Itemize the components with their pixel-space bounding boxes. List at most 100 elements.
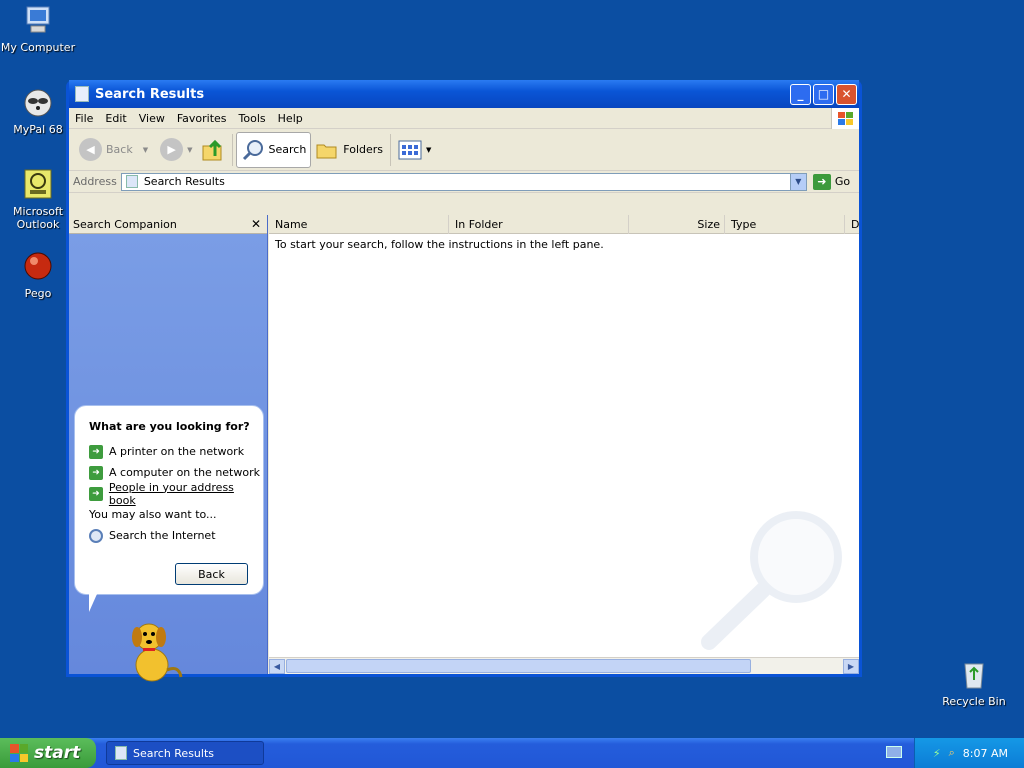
column-headers: Name In Folder Size Type D [269,214,859,234]
chevron-down-icon[interactable]: ▼ [187,146,192,154]
also-want-text: You may also want to... [89,508,217,521]
option-printer[interactable]: ➜ A printer on the network [89,441,263,462]
window-page-icon [75,86,89,102]
column-size[interactable]: Size [629,214,725,234]
column-in-folder[interactable]: In Folder [449,214,629,234]
results-pane: Name In Folder Size Type D To start your… [269,214,859,674]
column-type[interactable]: Type [725,214,845,234]
search-button[interactable]: Search [235,131,312,168]
desktop-icon-label: Microsoft Outlook [12,205,64,231]
search-companion-header: Search Companion ✕ [69,215,267,234]
start-button[interactable]: start [0,738,96,768]
magnifier-watermark-icon [701,511,842,650]
option-label: People in your address book [108,480,234,507]
desktop-icon-recycle-bin[interactable]: Recycle Bin [934,658,1014,708]
desktop-icon-label: MyPal 68 [13,123,63,136]
chevron-down-icon[interactable]: ▼ [143,146,148,154]
toolbar: ◀ Back ▼ ▶ ▼ Search Folders ▼ [69,129,859,171]
option-label: A computer on the network [109,466,260,479]
up-folder-button[interactable] [197,132,229,168]
desktop-icon-label: My Computer [0,41,76,54]
go-arrow-icon: ➜ [812,173,831,190]
search-results-window: Search Results _ □ ✕ File Edit View Favo… [66,80,862,682]
scroll-right-icon[interactable]: ▶ [843,658,859,674]
desktop-icon-my-computer[interactable]: My Computer [0,4,78,54]
scroll-thumb[interactable] [286,659,751,673]
search-icon [242,139,263,160]
raccoon-icon [21,86,55,120]
folders-button[interactable]: Folders [311,132,387,168]
search-companion-title: Search Companion [73,217,177,231]
system-tray: ⚡ ⌕ 8:07 AM [914,738,1024,768]
start-label: start [34,743,81,763]
menu-help[interactable]: Help [272,112,309,125]
pego-icon [21,250,55,284]
up-folder-icon [202,139,221,160]
green-arrow-icon: ➜ [89,465,103,480]
menu-favorites[interactable]: Favorites [171,112,233,125]
views-button[interactable]: ▼ [394,132,435,168]
rover-dog-icon [132,623,183,682]
address-input[interactable]: Search Results ▼ [120,172,807,191]
task-label: Search Results [133,746,215,760]
menu-view[interactable]: View [133,112,171,125]
green-arrow-icon: ➜ [89,444,103,459]
menu-file[interactable]: File [69,112,99,125]
scroll-left-icon[interactable]: ◀ [269,658,285,674]
go-button[interactable]: ➜ Go [812,173,851,190]
folders-label: Folders [343,143,384,156]
windows-flag-icon [10,744,28,762]
search-internet-link[interactable]: Search the Internet [89,525,263,546]
address-bar: Address Search Results ▼ ➜ Go [69,171,859,193]
chevron-down-icon[interactable]: ▼ [789,173,806,190]
search-internet-icon [89,528,103,543]
menu-bar: File Edit View Favorites Tools Help [69,108,859,129]
close-icon[interactable]: ✕ [251,217,261,231]
search-companion-pane: Search Companion ✕ What are you looking … [69,215,268,682]
page-icon [115,746,127,760]
page-icon [125,175,138,188]
search-label: Search [268,143,307,156]
go-label: Go [834,175,851,188]
results-message: To start your search, follow the instruc… [275,238,604,251]
companion-balloon: What are you looking for? ➜ A printer on… [74,405,264,595]
search-tray-icon[interactable]: ⌕ [949,746,955,760]
maximize-button[interactable]: □ [813,83,834,105]
address-value: Search Results [143,175,225,188]
folders-icon [316,144,337,158]
minimize-button[interactable]: _ [790,83,811,105]
chevron-down-icon: ▼ [426,145,432,154]
keyboard-icon[interactable] [886,746,902,758]
clock[interactable]: 8:07 AM [963,747,1008,760]
option-people[interactable]: ➜ People in your address book [89,480,263,507]
desktop-icon-label: Pego [24,287,52,300]
address-label: Address [73,175,117,188]
my-computer-icon [21,4,55,38]
views-icon [398,140,422,159]
recycle-bin-icon [957,658,991,692]
green-arrow-icon: ➜ [89,486,103,501]
taskbar-task-search-results[interactable]: Search Results [106,741,264,765]
column-name[interactable]: Name [269,214,449,234]
horizontal-scrollbar[interactable]: ◀ ▶ [269,657,859,674]
network-icon[interactable]: ⚡ [933,747,941,760]
option-label: A printer on the network [109,445,245,458]
window-title: Search Results [95,86,205,102]
menu-edit[interactable]: Edit [99,112,132,125]
companion-question: What are you looking for? [89,420,250,433]
taskbar: start Search Results ⚡ ⌕ 8:07 AM [0,738,1024,768]
companion-back-button[interactable]: Back [175,563,248,585]
forward-arrow-icon: ▶ [160,138,184,161]
windows-logo-icon [831,108,859,129]
menu-tools[interactable]: Tools [233,112,272,125]
desktop-icon-label: Recycle Bin [942,695,1006,708]
back-button[interactable]: ◀ Back ▼ [75,132,152,168]
search-internet-label: Search the Internet [109,529,216,542]
close-button[interactable]: ✕ [836,83,857,105]
column-date[interactable]: D [845,215,859,234]
forward-button[interactable]: ▶ ▼ [156,132,196,168]
toolbar-separator [390,133,392,166]
title-bar[interactable]: Search Results _ □ ✕ [69,80,859,108]
outlook-icon [21,168,55,202]
back-arrow-icon: ◀ [79,138,102,161]
